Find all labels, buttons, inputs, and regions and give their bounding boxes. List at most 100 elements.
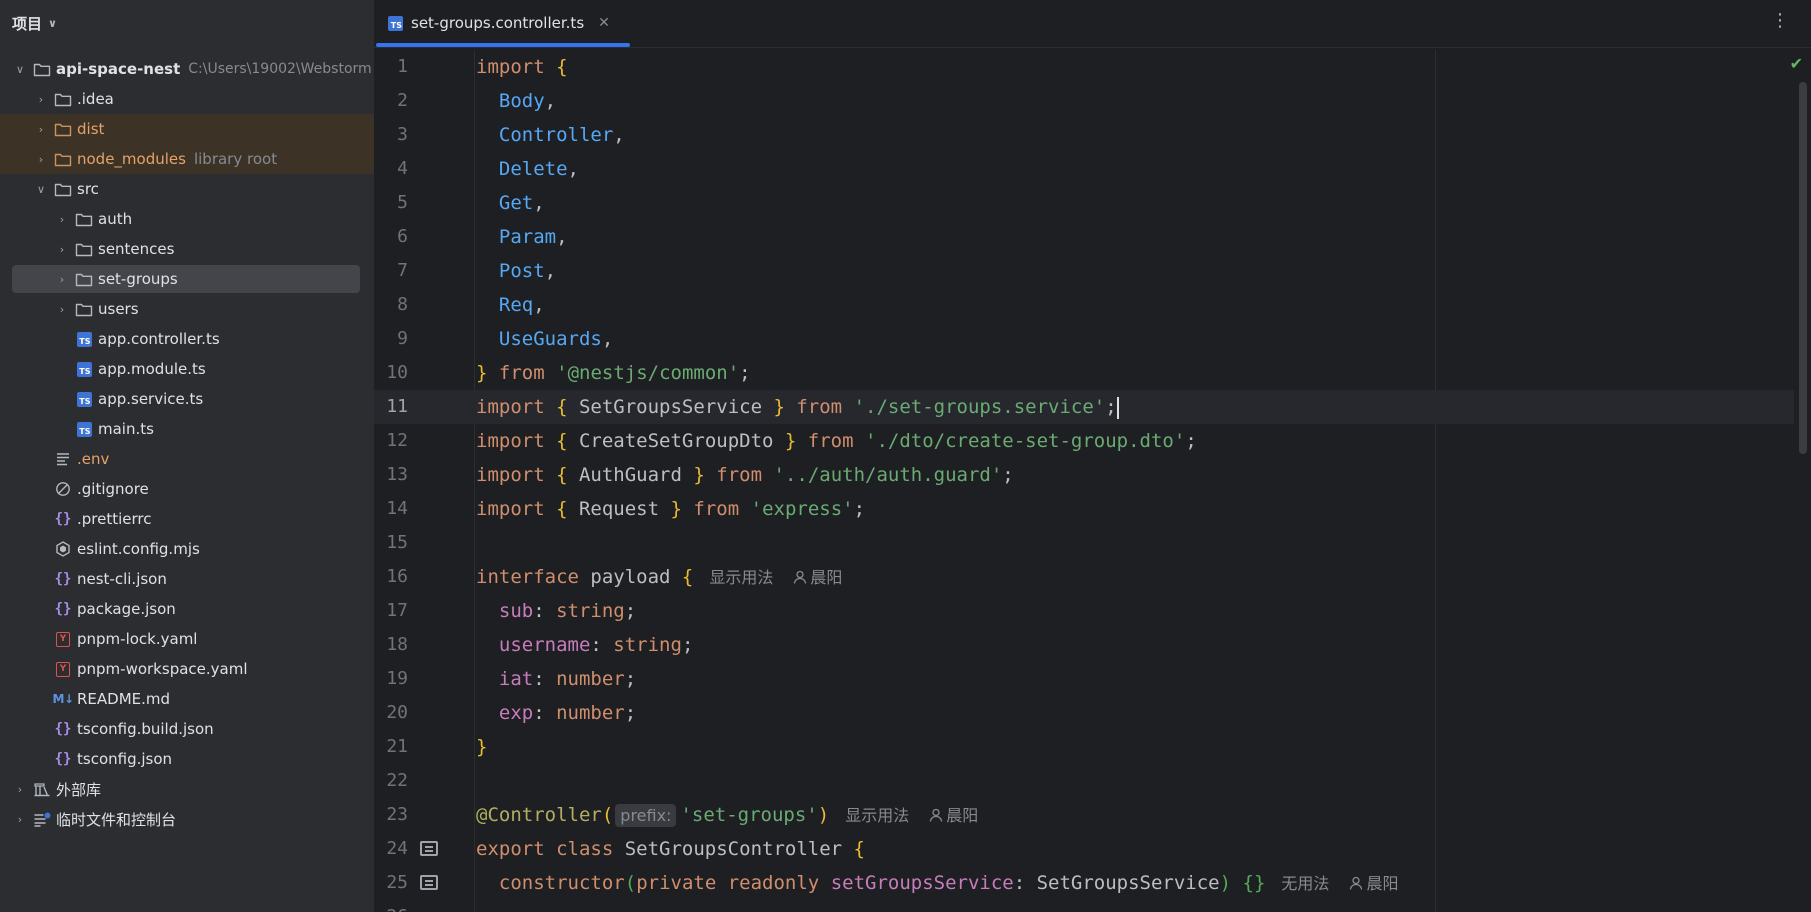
code-line[interactable]: 1 import { bbox=[374, 50, 1794, 84]
line-number[interactable]: 5 bbox=[374, 186, 408, 220]
usages-inlay-hint[interactable]: 无用法 bbox=[1281, 874, 1329, 893]
line-number[interactable]: 21 bbox=[374, 730, 408, 764]
code-line[interactable]: 4 Delete, bbox=[374, 152, 1794, 186]
tree-item-src[interactable]: ∨ src bbox=[0, 174, 374, 204]
line-number[interactable]: 24 bbox=[374, 832, 408, 866]
tree-item-app-module-ts[interactable]: TS app.module.ts bbox=[0, 354, 374, 384]
code-line[interactable]: 3 Controller, bbox=[374, 118, 1794, 152]
line-number[interactable]: 14 bbox=[374, 492, 408, 526]
code-line[interactable]: 7 Post, bbox=[374, 254, 1794, 288]
tree-item-set-groups[interactable]: › set-groups bbox=[0, 264, 374, 294]
line-number[interactable]: 20 bbox=[374, 696, 408, 730]
tab-set-groups-controller[interactable]: TS set-groups.controller.ts ✕ bbox=[388, 10, 610, 36]
line-number[interactable]: 1 bbox=[374, 50, 408, 84]
implemented-gutter-icon[interactable] bbox=[420, 841, 438, 856]
tree-item-nest-cli-json[interactable]: {} nest-cli.json bbox=[0, 564, 374, 594]
chevron-right-icon[interactable]: › bbox=[56, 303, 68, 316]
tree-item-gitignore[interactable]: .gitignore bbox=[0, 474, 374, 504]
code-line[interactable]: 23 @Controller(prefix:'set-groups') 显示用法 晨阳 bbox=[374, 798, 1794, 832]
code-line[interactable]: 12 import { CreateSetGroupDto } from './d… bbox=[374, 424, 1794, 458]
chevron-right-icon[interactable]: › bbox=[35, 93, 47, 106]
usages-inlay-hint[interactable]: 显示用法 bbox=[709, 568, 773, 587]
close-tab-icon[interactable]: ✕ bbox=[598, 15, 610, 31]
line-number[interactable]: 2 bbox=[374, 84, 408, 118]
tree-item-idea[interactable]: › .idea bbox=[0, 84, 374, 114]
line-number[interactable]: 19 bbox=[374, 662, 408, 696]
code-line[interactable]: 6 Param, bbox=[374, 220, 1794, 254]
line-number[interactable]: 11 bbox=[374, 390, 408, 424]
line-number[interactable]: 23 bbox=[374, 798, 408, 832]
code-line[interactable]: 15 bbox=[374, 526, 1794, 560]
chevron-right-icon[interactable]: › bbox=[35, 123, 47, 136]
code-line[interactable]: 18 username: string; bbox=[374, 628, 1794, 662]
code-editor[interactable]: 1 import {2 Body, 3 Controller, 4 Delete, 5 … bbox=[374, 50, 1794, 912]
line-number[interactable]: 9 bbox=[374, 322, 408, 356]
author-inlay-hint[interactable]: 晨阳 bbox=[1349, 874, 1398, 893]
tree-item-api-space-nest[interactable]: ∨ api-space-nest C:\Users\19002\Webstorm bbox=[0, 54, 374, 84]
tree-item-users[interactable]: › users bbox=[0, 294, 374, 324]
code-line[interactable]: 10} from '@nestjs/common'; bbox=[374, 356, 1794, 390]
tree-item-main-ts[interactable]: TS main.ts bbox=[0, 414, 374, 444]
tree-item-auth[interactable]: › auth bbox=[0, 204, 374, 234]
line-number[interactable]: 18 bbox=[374, 628, 408, 662]
code-line[interactable]: 13 import { AuthGuard } from '../auth/aut… bbox=[374, 458, 1794, 492]
tree-item-sentences[interactable]: › sentences bbox=[0, 234, 374, 264]
chevron-right-icon[interactable]: › bbox=[56, 213, 68, 226]
chevron-right-icon[interactable]: › bbox=[56, 243, 68, 256]
code-line[interactable]: 8 Req, bbox=[374, 288, 1794, 322]
tree-item-prettierrc[interactable]: {} .prettierrc bbox=[0, 504, 374, 534]
code-line[interactable]: 20 exp: number; bbox=[374, 696, 1794, 730]
tree-item-eslint-config-mjs[interactable]: eslint.config.mjs bbox=[0, 534, 374, 564]
chevron-right-icon[interactable]: › bbox=[14, 783, 26, 796]
line-number[interactable]: 26 bbox=[374, 900, 408, 912]
code-line[interactable]: 26 bbox=[374, 900, 1794, 912]
line-number[interactable]: 12 bbox=[374, 424, 408, 458]
line-number[interactable]: 3 bbox=[374, 118, 408, 152]
tree-item-pnpm-lock-yaml[interactable]: Ypnpm-lock.yaml bbox=[0, 624, 374, 654]
code-line[interactable]: 17 sub: string; bbox=[374, 594, 1794, 628]
tree-item-readme-md[interactable]: M↓ README.md bbox=[0, 684, 374, 714]
code-line[interactable]: 9 UseGuards, bbox=[374, 322, 1794, 356]
line-number[interactable]: 6 bbox=[374, 220, 408, 254]
usages-inlay-hint[interactable]: 显示用法 bbox=[845, 806, 909, 825]
vertical-scrollbar[interactable] bbox=[1799, 82, 1807, 454]
code-line[interactable]: 11 import { SetGroupsService } from './se… bbox=[374, 390, 1794, 424]
tree-item-package-json[interactable]: {} package.json bbox=[0, 594, 374, 624]
code-line[interactable]: 22 bbox=[374, 764, 1794, 798]
tree-item-node-modules[interactable]: › node_modules library root bbox=[0, 144, 374, 174]
tree-item-app-controller-ts[interactable]: TS app.controller.ts bbox=[0, 324, 374, 354]
line-number[interactable]: 17 bbox=[374, 594, 408, 628]
tree-item-[interactable]: › 临时文件和控制台 bbox=[0, 804, 374, 834]
code-line[interactable]: 2 Body, bbox=[374, 84, 1794, 118]
implemented-gutter-icon[interactable] bbox=[420, 875, 438, 890]
line-number[interactable]: 7 bbox=[374, 254, 408, 288]
chevron-right-icon[interactable]: › bbox=[14, 813, 26, 826]
tree-item-app-service-ts[interactable]: TS app.service.ts bbox=[0, 384, 374, 414]
code-line[interactable]: 5 Get, bbox=[374, 186, 1794, 220]
code-line[interactable]: 24 export class SetGroupsController { bbox=[374, 832, 1794, 866]
line-number[interactable]: 8 bbox=[374, 288, 408, 322]
chevron-down-icon[interactable]: ∨ bbox=[35, 183, 47, 196]
code-line[interactable]: 14 import { Request } from 'express'; bbox=[374, 492, 1794, 526]
more-options-icon[interactable]: ⋮ bbox=[1771, 10, 1789, 32]
code-line[interactable]: 25 constructor(private readonly setGroup… bbox=[374, 866, 1794, 900]
line-number[interactable]: 15 bbox=[374, 526, 408, 560]
tree-item-dist[interactable]: › dist bbox=[0, 114, 374, 144]
tree-item-env[interactable]: .env bbox=[0, 444, 374, 474]
line-number[interactable]: 22 bbox=[374, 764, 408, 798]
line-number[interactable]: 4 bbox=[374, 152, 408, 186]
tree-item-tsconfig-json[interactable]: {} tsconfig.json bbox=[0, 744, 374, 774]
code-line[interactable]: 21} bbox=[374, 730, 1794, 764]
line-number[interactable]: 10 bbox=[374, 356, 408, 390]
line-number[interactable]: 16 bbox=[374, 560, 408, 594]
tree-item-[interactable]: › 外部库 bbox=[0, 774, 374, 804]
project-view-selector[interactable]: 项目 ∨ bbox=[12, 12, 57, 34]
code-line[interactable]: 19 iat: number; bbox=[374, 662, 1794, 696]
tree-item-pnpm-workspace-yaml[interactable]: Ypnpm-workspace.yaml bbox=[0, 654, 374, 684]
author-inlay-hint[interactable]: 晨阳 bbox=[929, 806, 978, 825]
code-line[interactable]: 16 interface payload {显示用法 晨阳 bbox=[374, 560, 1794, 594]
tree-item-tsconfig-build-json[interactable]: {} tsconfig.build.json bbox=[0, 714, 374, 744]
line-number[interactable]: 13 bbox=[374, 458, 408, 492]
chevron-down-icon[interactable]: ∨ bbox=[14, 63, 26, 76]
author-inlay-hint[interactable]: 晨阳 bbox=[793, 568, 842, 587]
